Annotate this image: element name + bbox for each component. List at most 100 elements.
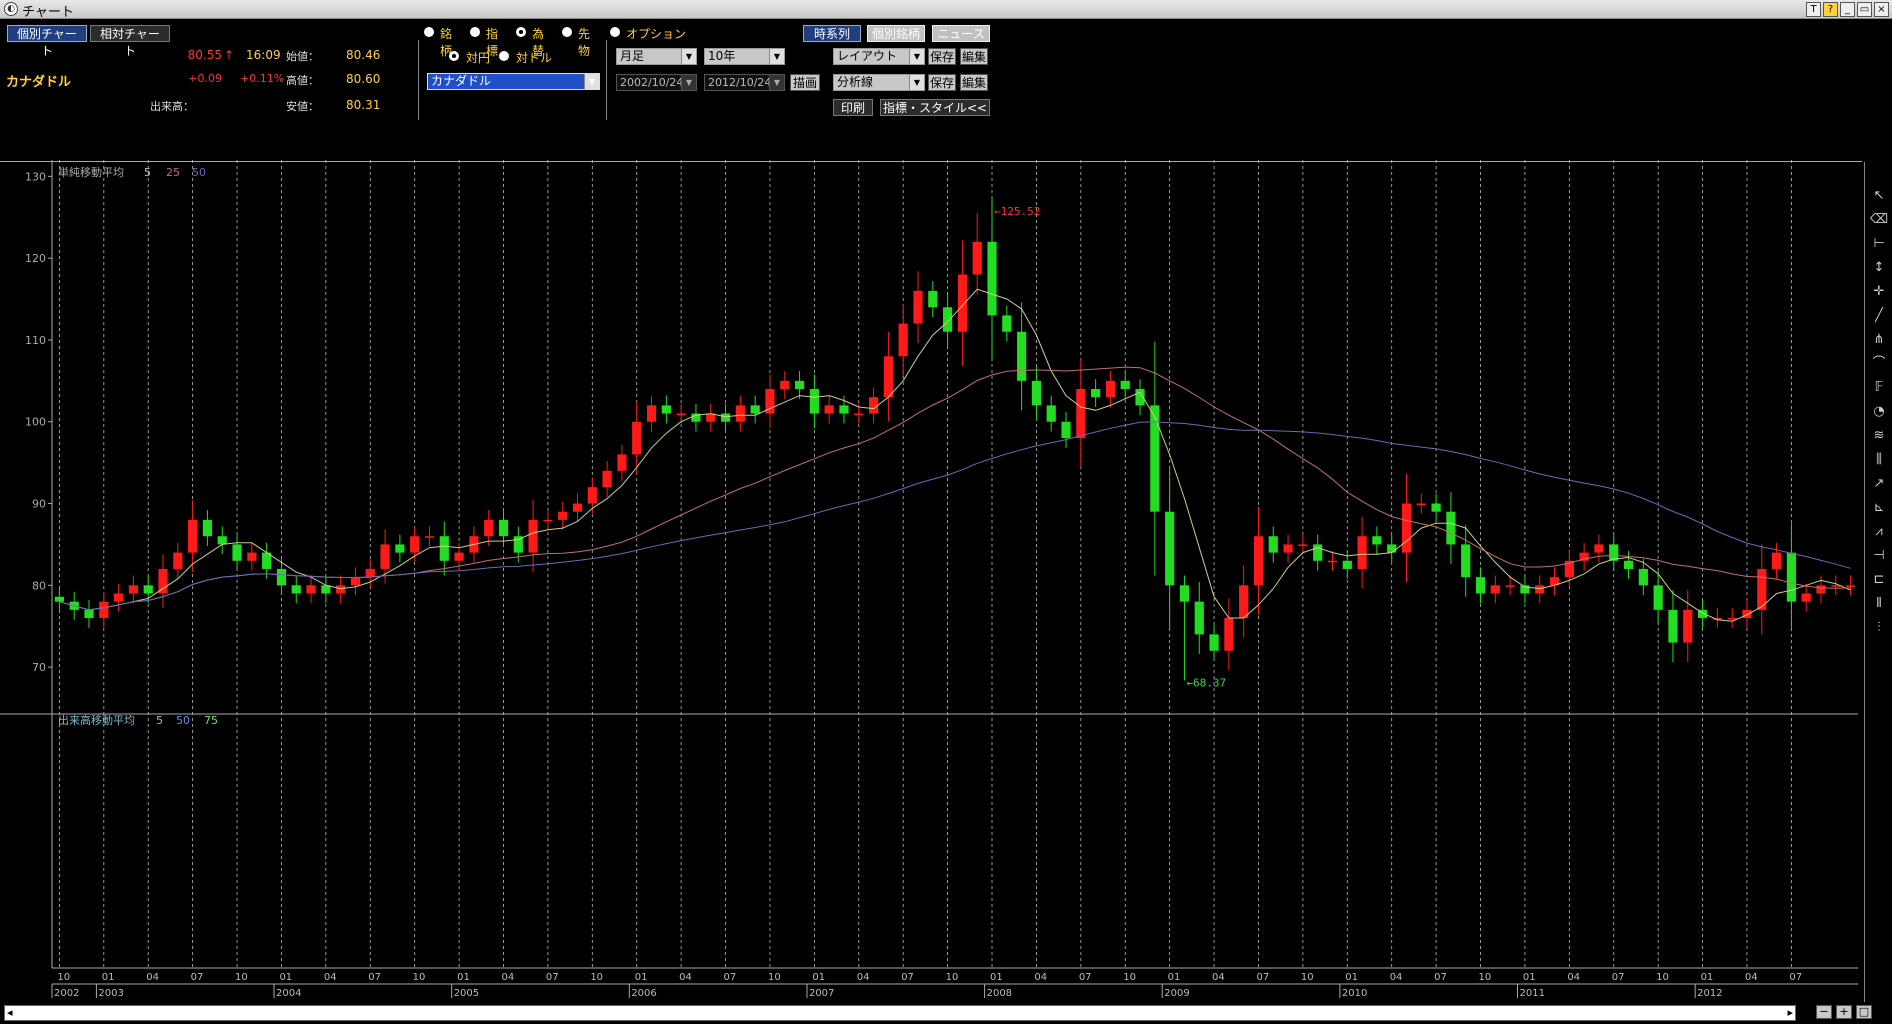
radio-vs-dollar[interactable] <box>499 51 509 61</box>
text-icon[interactable]: T <box>1806 2 1821 17</box>
month-tick-label: 07 <box>546 972 559 983</box>
month-tick-label: 04 <box>857 972 870 983</box>
currency-select[interactable]: カナダドル ▼ <box>427 73 600 90</box>
candle-body <box>1298 544 1308 546</box>
radio-vs-yen[interactable] <box>449 51 459 61</box>
price-chart[interactable]: 130 120 110 100 90 80 70 10 01 04 07 10 01 04 07 10 01 0… <box>0 160 1862 1000</box>
radio-futures[interactable] <box>562 27 572 37</box>
date-to-field[interactable]: 2012/10/24 ▼ <box>704 74 785 91</box>
news-button[interactable]: ニュース <box>932 25 990 42</box>
high-label: 高値： <box>286 74 319 87</box>
layout-save-button[interactable]: 保存 <box>928 48 956 65</box>
eraser-icon[interactable]: ⌫ <box>1869 210 1889 230</box>
fibonacci-icon[interactable]: 𝔽 <box>1869 378 1889 398</box>
interval-select[interactable]: 月足 ▼ <box>616 48 697 65</box>
y-tick-label: 90 <box>32 498 46 511</box>
month-tick-label: 10 <box>1479 972 1492 983</box>
tab-individual-chart[interactable]: 個別チャート <box>7 25 87 58</box>
candle-body <box>439 536 449 561</box>
month-tick-label: 04 <box>1745 972 1758 983</box>
date-to-value: 2012/10/24 <box>708 76 772 89</box>
candle-body <box>1490 585 1500 594</box>
month-tick-label: 04 <box>1390 972 1403 983</box>
radio-index[interactable] <box>470 27 480 37</box>
box-icon[interactable]: ⊏ <box>1869 570 1889 590</box>
help-icon[interactable]: ? <box>1823 2 1838 17</box>
scroll-left-icon[interactable]: ◂ <box>7 1006 13 1019</box>
scroll-right-icon[interactable]: ▸ <box>1787 1006 1793 1019</box>
candle-body <box>1372 536 1382 545</box>
candle-body <box>794 380 805 390</box>
candle-body <box>143 585 153 594</box>
timeseries-button[interactable]: 時系列 <box>803 25 861 42</box>
candle-body <box>484 519 494 537</box>
analysis-save-button[interactable]: 保存 <box>928 74 956 91</box>
individual-issue-button[interactable]: 個別銘柄 <box>867 25 925 42</box>
zoom-out-button[interactable]: − <box>1816 1005 1832 1019</box>
arc-icon[interactable]: ⌒ <box>1869 354 1889 374</box>
candle-body <box>513 536 523 553</box>
candle-body <box>1416 503 1426 506</box>
month-tick-label: 10 <box>1123 972 1136 983</box>
horizontal-scrollbar[interactable]: ◂ ▸ <box>4 1005 1796 1021</box>
close-icon[interactable]: × <box>1874 2 1889 17</box>
circle-icon[interactable]: ◔ <box>1869 402 1889 422</box>
draw-button[interactable]: 描画 <box>790 74 820 91</box>
candle-body <box>54 596 64 602</box>
analysis-edit-button[interactable]: 編集 <box>960 74 988 91</box>
candle-body <box>1002 315 1012 332</box>
print-button[interactable]: 印刷 <box>833 99 873 116</box>
candle-body <box>602 470 612 488</box>
month-tick-label: 10 <box>413 972 426 983</box>
fan-icon[interactable]: ⋔ <box>1869 330 1889 350</box>
candle-body <box>1253 536 1264 586</box>
pitchfork-icon[interactable]: ⫶ <box>1869 618 1889 638</box>
tab-relative-chart[interactable]: 相対チャート <box>90 25 170 58</box>
candle-body <box>1031 380 1042 406</box>
candle-body <box>247 552 257 561</box>
candle-body <box>498 519 509 537</box>
candle-body <box>957 274 967 332</box>
ray-icon[interactable]: ↗ <box>1869 474 1889 494</box>
gann-icon[interactable]: ⊾ <box>1869 498 1889 518</box>
analysis-line-select[interactable]: 分析線 ▼ <box>833 74 925 91</box>
trendline-icon[interactable]: ╱ <box>1869 306 1889 326</box>
hline-icon[interactable]: ⊢ <box>1869 234 1889 254</box>
radio-fx[interactable] <box>516 27 526 37</box>
layout-select[interactable]: レイアウト ▼ <box>833 48 925 65</box>
date-from-field[interactable]: 2002/10/24 ▼ <box>616 74 697 91</box>
candle-body <box>1638 568 1648 586</box>
month-tick-label: 04 <box>146 972 159 983</box>
year-label: 2007 <box>809 988 834 999</box>
reset-zoom-button[interactable]: □ <box>1856 1005 1872 1019</box>
candle-body <box>1387 544 1397 553</box>
zigzag-icon[interactable]: ⩘ <box>1869 522 1889 542</box>
candle-body <box>188 519 198 553</box>
minimize-icon[interactable]: _ <box>1840 2 1855 17</box>
parallel-icon[interactable]: ⫼ <box>1869 450 1889 470</box>
vline-icon[interactable]: ↕ <box>1869 258 1889 278</box>
indicator-style-button[interactable]: 指標・スタイル<< <box>880 99 990 116</box>
ma-period-25: 25 <box>166 166 180 179</box>
month-tick-label: 04 <box>679 972 692 983</box>
candle-body <box>1535 585 1545 594</box>
zoom-in-button[interactable]: + <box>1836 1005 1852 1019</box>
bar-icon[interactable]: ⫴ <box>1869 594 1889 614</box>
radio-stock[interactable] <box>424 27 434 37</box>
crosshair-icon[interactable]: ✛ <box>1869 282 1889 302</box>
span-value: 10年 <box>708 49 736 63</box>
y-axis-labels: 130 120 110 100 90 80 70 <box>25 170 52 674</box>
radio-option[interactable] <box>610 27 620 37</box>
span-select[interactable]: 10年 ▼ <box>704 48 785 65</box>
month-tick-label: 01 <box>990 972 1003 983</box>
candle-body <box>1046 405 1056 422</box>
cursor-icon[interactable]: ↖ <box>1869 186 1889 206</box>
volume-ma-50: 50 <box>176 714 190 727</box>
main-indicator-title: 単純移動平均 <box>58 165 124 179</box>
window-title: チャート <box>22 5 74 20</box>
maximize-icon[interactable]: ▭ <box>1857 2 1872 17</box>
candle-body <box>1061 421 1071 439</box>
span-icon[interactable]: ⊣ <box>1869 546 1889 566</box>
layout-edit-button[interactable]: 編集 <box>960 48 988 65</box>
channel-icon[interactable]: ≋ <box>1869 426 1889 446</box>
